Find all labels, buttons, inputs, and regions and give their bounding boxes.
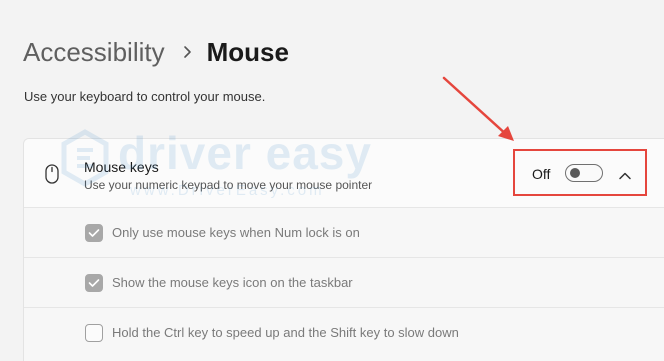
mouse-keys-toggle[interactable] [565, 164, 603, 182]
mouse-keys-card: Mouse keys Use your numeric keypad to mo… [23, 138, 664, 361]
breadcrumb: Accessibility Mouse [23, 34, 289, 70]
page-title: Mouse [206, 37, 289, 67]
mouse-keys-subtitle: Use your numeric keypad to move your mou… [84, 178, 373, 192]
breadcrumb-accessibility-link[interactable]: Accessibility [23, 34, 165, 70]
mouse-keys-title: Mouse keys [84, 159, 159, 175]
option-label: Show the mouse keys icon on the taskbar [112, 275, 353, 290]
toggle-knob [570, 168, 580, 178]
taskbar-icon-checkbox[interactable] [85, 274, 103, 292]
checkmark-icon [88, 279, 100, 287]
ctrl-shift-checkbox[interactable] [85, 324, 103, 342]
page-description: Use your keyboard to control your mouse. [24, 89, 266, 104]
option-label: Hold the Ctrl key to speed up and the Sh… [112, 325, 459, 340]
mouse-keys-header[interactable]: Mouse keys Use your numeric keypad to mo… [24, 139, 664, 208]
chevron-up-icon[interactable] [618, 168, 632, 186]
option-row-num-lock: Only use mouse keys when Num lock is on [24, 208, 664, 258]
option-label: Only use mouse keys when Num lock is on [112, 225, 360, 240]
option-row-taskbar-icon: Show the mouse keys icon on the taskbar [24, 258, 664, 308]
toggle-state-label: Off [532, 166, 551, 182]
option-row-ctrl-shift: Hold the Ctrl key to speed up and the Sh… [24, 308, 664, 361]
mouse-icon [45, 164, 59, 189]
chevron-right-icon [183, 45, 193, 59]
num-lock-checkbox[interactable] [85, 224, 103, 242]
checkmark-icon [88, 229, 100, 237]
